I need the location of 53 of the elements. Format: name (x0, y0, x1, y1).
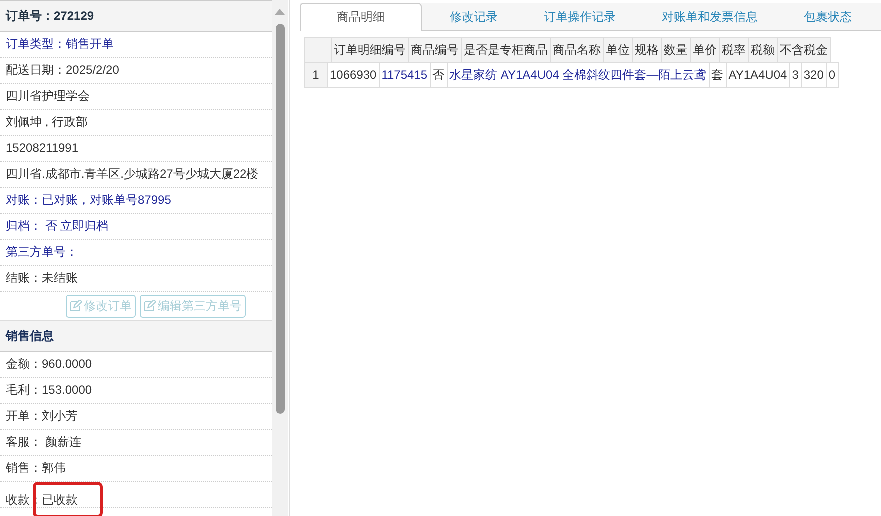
field-label: 销售： (6, 461, 42, 475)
order-number-title: 订单号：272129 (0, 1, 272, 32)
order-info-text: 结账：未结账 (6, 271, 78, 285)
order-info-text: 15208211991 (6, 141, 79, 155)
order-info-text[interactable]: 归档： 否 立即归档 (6, 219, 109, 233)
scrollbar-thumb[interactable] (276, 24, 284, 414)
column-header: 不含税金 (778, 38, 830, 62)
table-cell: 320 (801, 62, 826, 88)
order-info-text: 四川省.成都市.青羊区.少城路27号少城大厦22楼 (6, 167, 259, 181)
edit-icon (70, 300, 82, 312)
table-cell: AY1A4U04 (726, 62, 790, 88)
order-info-text: 刘佩坤 , 行政部 (6, 115, 88, 129)
table-cell: 0 (826, 62, 838, 88)
column-header: 规格 (632, 38, 662, 62)
order-info-text[interactable]: 对账：已对账，对账单号87995 (6, 193, 172, 207)
field-value: 郭伟 (42, 461, 66, 475)
tab[interactable]: 订单操作记录 (526, 4, 634, 30)
tab[interactable]: 包裹状态 (786, 4, 870, 30)
table-cell: 否 (430, 62, 448, 88)
column-header: 数量 (662, 38, 690, 62)
scrollbar[interactable] (272, 0, 288, 516)
table-cell: 1066930 (328, 62, 380, 88)
table-cell[interactable]: 水星家纺 AY1A4U04 全棉斜纹四件套—陌上云鸢 (447, 62, 710, 88)
field-label: 毛利： (6, 383, 42, 397)
section-title: 销售信息 (0, 320, 272, 352)
order-info-text: 配送日期：2025/2/20 (6, 63, 120, 77)
tab[interactable]: 修改记录 (432, 4, 516, 30)
order-info-text[interactable]: 订单类型：销售开单 (6, 37, 114, 51)
field-value: 153.0000 (42, 383, 92, 397)
column-header: 单价 (690, 38, 720, 62)
field-value: 刘小芳 (42, 409, 78, 423)
column-header: 是否是专柜商品 (462, 38, 550, 62)
tab[interactable]: 对账单和发票信息 (644, 4, 776, 30)
table-cell: 3 (790, 62, 802, 88)
order-info-text: 四川省护理学会 (6, 89, 90, 103)
field-label: 客服： (6, 435, 42, 449)
table-cell[interactable]: 1175415 (379, 62, 430, 88)
column-header: 税额 (748, 38, 778, 62)
field-label: 开单： (6, 409, 42, 423)
column-header: 单位 (604, 38, 632, 62)
column-header: 税率 (720, 38, 748, 62)
column-header: 商品编号 (408, 38, 462, 62)
field-label: 金额： (6, 357, 42, 371)
column-header: 订单明细编号 (332, 38, 408, 62)
edit-icon (144, 300, 156, 312)
order-info-text[interactable]: 第三方单号： (6, 245, 78, 259)
scroll-up-icon[interactable] (275, 9, 285, 15)
table-cell: 套 (709, 62, 726, 88)
column-header: 商品名称 (550, 38, 604, 62)
table-cell: 1 (304, 62, 328, 88)
field-value: 颜薪连 (44, 435, 82, 449)
tab[interactable]: 商品明细 (300, 3, 422, 31)
field-value: 960.0000 (42, 357, 92, 371)
